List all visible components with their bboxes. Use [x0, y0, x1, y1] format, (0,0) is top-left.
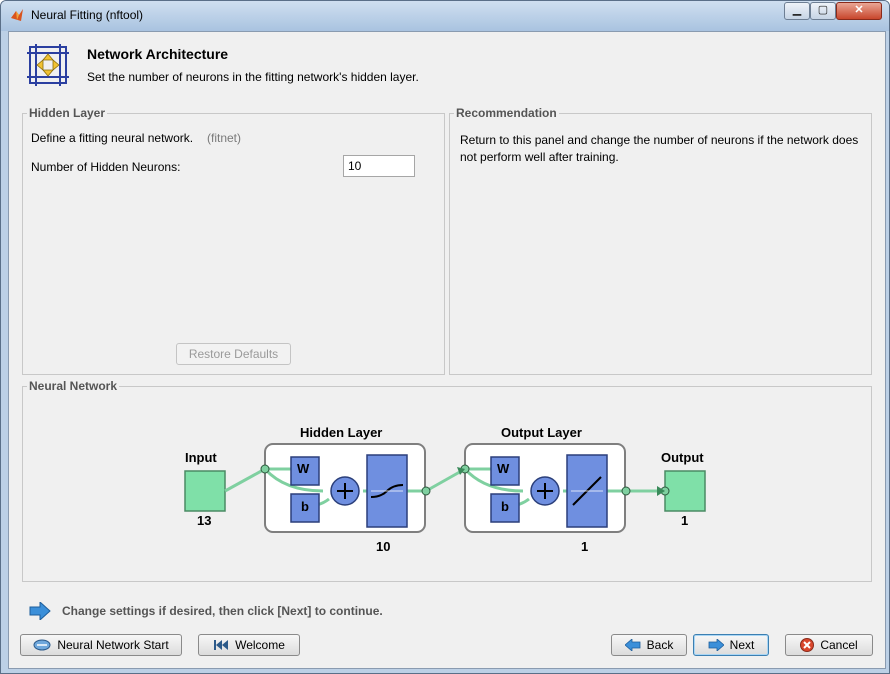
rewind-icon: [214, 640, 229, 650]
back-button[interactable]: Back: [611, 634, 687, 656]
neural-network-start-label: Neural Network Start: [57, 638, 169, 652]
network-architecture-icon: [27, 44, 69, 86]
hidden-weight-symbol: W: [297, 461, 310, 476]
page-subtitle: Set the number of neurons in the fitting…: [87, 70, 419, 84]
maximize-button[interactable]: ▢: [810, 2, 836, 20]
network-diagram: [184, 443, 706, 533]
arrow-right-icon: [29, 602, 51, 620]
network-start-icon: [33, 639, 51, 651]
page-title: Network Architecture: [87, 46, 229, 62]
back-label: Back: [646, 638, 674, 652]
hint-text: Change settings if desired, then click […: [62, 604, 383, 618]
fitnet-hint: (fitnet): [207, 131, 242, 145]
recommendation-text-line1: Return to this panel and change the numb…: [460, 133, 859, 147]
network-description: Define a fitting neural network.: [31, 131, 194, 145]
recommendation-panel-title: Recommendation: [454, 106, 559, 120]
recommendation-panel: Recommendation Return to this panel and …: [449, 106, 872, 375]
app-window: Neural Fitting (nftool) ▁ ▢ ✕ Network Ar…: [0, 0, 890, 674]
title-bar[interactable]: Neural Fitting (nftool) ▁ ▢ ✕: [1, 1, 889, 31]
window-title: Neural Fitting (nftool): [31, 8, 144, 22]
output-weight-symbol: W: [497, 461, 510, 476]
arrow-right-small-icon: [708, 639, 724, 651]
neural-network-start-button[interactable]: Neural Network Start: [20, 634, 182, 656]
arrow-left-icon: [624, 639, 641, 651]
output-bias-symbol: b: [501, 499, 509, 514]
neural-network-panel: Neural Network Input 13 Hidden Layer 10 …: [22, 379, 872, 582]
hidden-layer-panel-title: Hidden Layer: [27, 106, 108, 120]
cancel-label: Cancel: [820, 638, 858, 652]
hidden-neurons-label: Number of Hidden Neurons:: [31, 160, 181, 174]
close-button[interactable]: ✕: [836, 2, 882, 20]
hidden-neurons-input[interactable]: [343, 155, 415, 177]
next-label: Next: [729, 638, 755, 652]
hidden-layer-panel: Hidden Layer Define a fitting neural net…: [22, 106, 445, 375]
client-area: Network Architecture Set the number of n…: [8, 31, 886, 669]
cancel-button[interactable]: Cancel: [785, 634, 873, 656]
input-block: [184, 470, 226, 512]
recommendation-text-line2: not perform well after training.: [460, 150, 619, 164]
welcome-label: Welcome: [235, 638, 285, 652]
cancel-icon: [800, 638, 815, 652]
matlab-icon: [11, 9, 23, 21]
hidden-bias-symbol: b: [301, 499, 309, 514]
restore-defaults-label: Restore Defaults: [188, 347, 279, 361]
restore-defaults-button[interactable]: Restore Defaults: [176, 343, 291, 365]
output-block: [664, 470, 706, 512]
minimize-button[interactable]: ▁: [784, 2, 810, 20]
welcome-button[interactable]: Welcome: [198, 634, 300, 656]
next-button[interactable]: Next: [693, 634, 769, 656]
